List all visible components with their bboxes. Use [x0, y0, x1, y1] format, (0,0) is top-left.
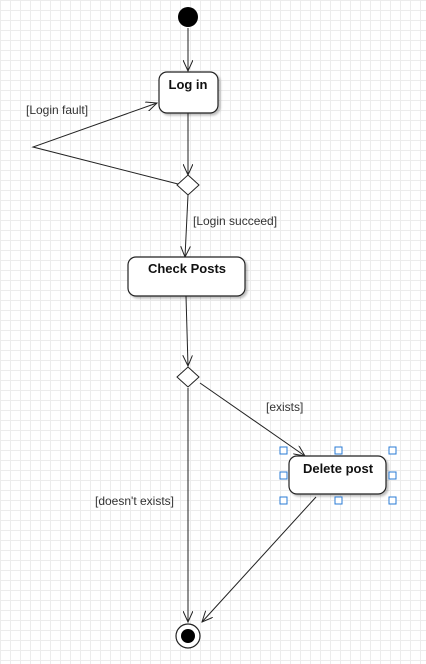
- action-check-posts-label: Check Posts: [148, 261, 226, 276]
- edge-label-login-fault: [Login fault]: [26, 103, 88, 117]
- decision-login[interactable]: [176, 174, 200, 196]
- resize-handle-e[interactable]: [388, 471, 397, 480]
- action-log-in[interactable]: Log in: [158, 71, 219, 114]
- edge-login-succeed[interactable]: [185, 194, 188, 257]
- final-node[interactable]: [175, 623, 201, 649]
- resize-handle-sw[interactable]: [279, 496, 288, 505]
- decision-post-exists[interactable]: [176, 366, 200, 388]
- edge-delete-to-end[interactable]: [202, 496, 317, 622]
- edge-label-exists: [exists]: [266, 400, 303, 414]
- edge-label-doesnt-exists: [doesn't exists]: [95, 494, 174, 508]
- resize-handle-ne[interactable]: [388, 446, 397, 455]
- resize-handle-n[interactable]: [334, 446, 343, 455]
- resize-handle-nw[interactable]: [279, 446, 288, 455]
- action-delete-post[interactable]: Delete post: [288, 455, 387, 495]
- action-delete-post-label: Delete post: [303, 461, 374, 476]
- resize-handle-w[interactable]: [279, 471, 288, 480]
- initial-node[interactable]: [178, 7, 198, 27]
- action-log-in-label: Log in: [169, 77, 208, 92]
- action-check-posts[interactable]: Check Posts: [127, 256, 246, 297]
- resize-handle-s[interactable]: [334, 496, 343, 505]
- resize-handle-se[interactable]: [388, 496, 397, 505]
- edge-check-to-decision[interactable]: [186, 295, 188, 366]
- edge-label-login-succeed: [Login succeed]: [193, 214, 277, 228]
- activity-diagram: Log in Check Posts Delete post [Login fa…: [26, 7, 397, 649]
- edge-exists[interactable]: [199, 382, 305, 456]
